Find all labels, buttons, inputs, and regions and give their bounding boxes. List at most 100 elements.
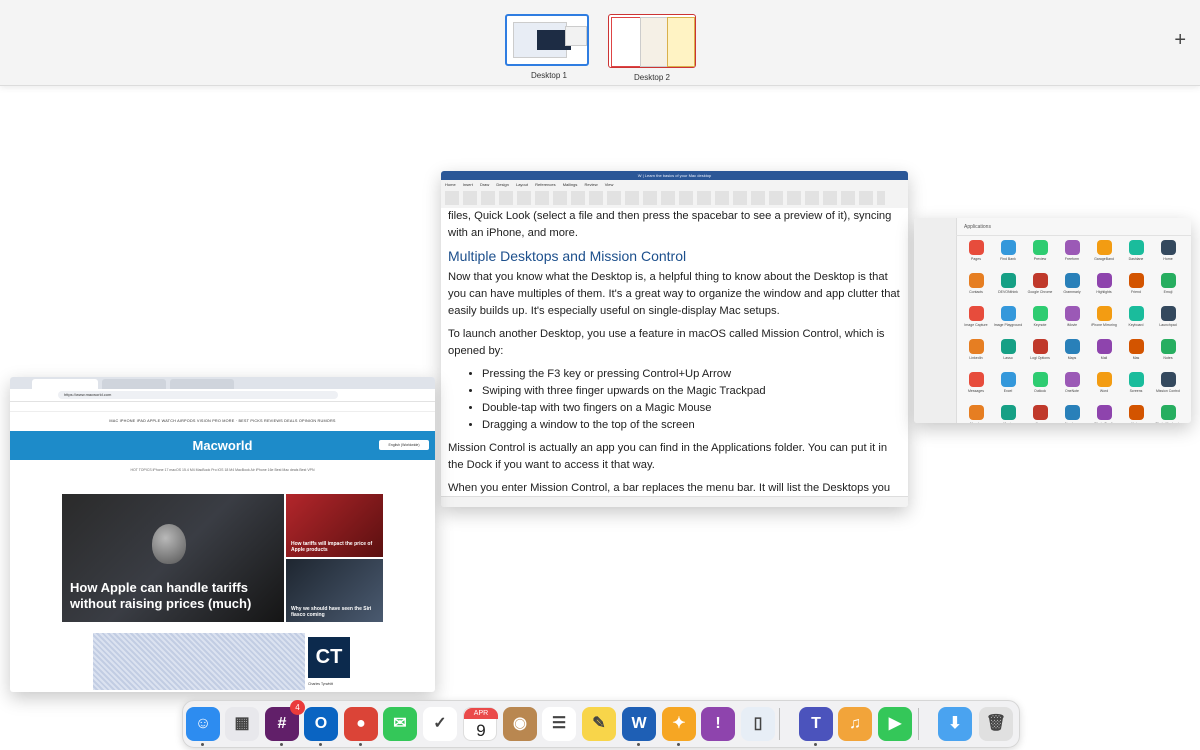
finder-app-item[interactable]: Pages [960,240,992,273]
finder-app-item[interactable]: iPhone Mirroring [1088,306,1120,339]
app-icon[interactable] [1032,240,1048,255]
finder-app-item[interactable]: LinkedIn [960,339,992,372]
finder-app-item[interactable]: Maps [1056,339,1088,372]
dock-calendar-icon[interactable]: APR 9 [463,707,498,741]
app-icon[interactable] [1000,306,1016,321]
app-icon[interactable] [1032,273,1048,288]
finder-app-item[interactable]: iMovie [1056,306,1088,339]
app-icon[interactable] [968,306,984,321]
dock-word-icon[interactable]: W [622,707,656,741]
app-icon[interactable] [1000,405,1016,420]
finder-app-item[interactable]: Monday [960,405,992,423]
finder-app-item[interactable]: Notes [1120,405,1152,423]
finder-app-item[interactable]: Screens [1120,372,1152,405]
dock-monday-icon[interactable]: ✓ [423,707,457,741]
dock-slack-icon[interactable]: #4 [265,700,305,741]
applications-grid[interactable]: Pages Find Bank Preview Freeform GarageBand D… [960,240,1188,423]
dock-chrome-icon[interactable]: ● [344,707,378,741]
document-body[interactable]: files, Quick Look (select a file and the… [441,208,908,496]
article-card[interactable]: Why we should have seen the Siri fiasco … [286,559,383,622]
app-icon[interactable] [1000,240,1016,255]
tab-draw[interactable]: Draw [480,182,489,187]
app-icon[interactable] [1160,306,1176,321]
app-icon[interactable] [1160,372,1176,387]
dock-notes-icon[interactable]: ✎ [582,707,616,741]
app-icon[interactable] [1000,372,1016,387]
finder-app-item[interactable]: DEVONthink [992,273,1024,306]
app-icon[interactable] [968,339,984,354]
app-icon[interactable] [1160,240,1176,255]
app-icon[interactable] [1160,405,1176,420]
finder-app-item[interactable]: Dashlane [1120,240,1152,273]
app-icon[interactable] [1128,306,1144,321]
ribbon-tabs[interactable]: Home Insert Draw Design Layout Reference… [445,182,619,187]
finder-app-item[interactable]: Outlook [1024,372,1056,405]
dock-outlook-icon[interactable]: O [304,707,338,741]
finder-app-item[interactable]: Highlights [1088,273,1120,306]
bookmarks-bar[interactable] [10,402,435,412]
dock-audacity-icon[interactable]: ♫ [838,707,872,741]
finder-app-item[interactable]: Google Chrome [1024,273,1056,306]
finder-app-item[interactable]: Contacts [960,273,992,306]
finder-app-item[interactable]: OneNote [1056,372,1088,405]
finder-app-item[interactable]: Keynote [1024,306,1056,339]
add-space-button[interactable]: + [1174,30,1186,50]
tab-home[interactable]: Home [445,182,456,187]
finder-app-item[interactable]: Freeform [1056,240,1088,273]
tab-view[interactable]: View [605,182,614,187]
finder-app-item[interactable]: Excel [992,372,1024,405]
dock-downloads-icon[interactable]: ⬇ [938,707,972,741]
finder-app-item[interactable]: Messages [960,372,992,405]
finder-app-item[interactable]: Preview [1024,240,1056,273]
app-icon[interactable] [1064,339,1080,354]
space-desktop-2[interactable]: Desktop 2 [608,14,696,86]
tab-design[interactable]: Design [496,182,508,187]
dock-messages-icon[interactable]: ✉ [383,707,417,741]
finder-toolbar[interactable]: Applications [956,218,1191,236]
word-ribbon[interactable]: Home Insert Draw Design Layout Reference… [441,180,908,209]
browser-tab[interactable] [102,379,166,389]
tab-references[interactable]: References [535,182,555,187]
hot-topics-bar[interactable]: HOT TOPICS iPhone 17 macOS 15.4 M4 MacBo… [10,460,435,480]
finder-app-item[interactable]: GarageBand [1088,240,1120,273]
browser-window[interactable]: https://www.macworld.com MAC IPHONE IPAD… [10,377,435,692]
app-icon[interactable] [968,372,984,387]
app-icon[interactable] [1128,273,1144,288]
app-icon[interactable] [1096,240,1112,255]
finder-app-item[interactable]: Music [992,405,1024,423]
browser-tab-active[interactable] [32,379,98,389]
finder-app-item[interactable]: Home [1152,240,1184,273]
site-nav-links[interactable]: MAC IPHONE IPAD APPLE WATCH AIRPODS VISI… [10,412,435,431]
finder-app-item[interactable]: Keyboard [1120,306,1152,339]
app-icon[interactable] [1000,273,1016,288]
app-icon[interactable] [968,273,984,288]
finder-app-item[interactable]: Photo Mechanic [1152,405,1184,423]
browser-tab-strip[interactable] [10,377,435,389]
finder-app-item[interactable]: Mission Control [1152,372,1184,405]
address-bar[interactable]: https://www.macworld.com [58,391,338,399]
app-icon[interactable] [1096,405,1112,420]
region-button[interactable]: English (Worldwide) [379,440,429,450]
app-icon[interactable] [1128,339,1144,354]
finder-app-item[interactable]: Word [1088,372,1120,405]
finder-app-item[interactable]: Find Bank [992,240,1024,273]
finder-app-item[interactable]: Image Playground [992,306,1024,339]
dock-finder-icon[interactable]: ☺ [186,707,220,741]
word-document-window[interactable]: W | Learn the basics of your Mac desktop… [441,171,908,507]
app-icon[interactable] [1064,240,1080,255]
dock-launchpad-icon[interactable]: ▦ [225,707,259,741]
app-icon[interactable] [1064,306,1080,321]
app-icon[interactable] [1160,339,1176,354]
finder-app-item[interactable]: Lasso [992,339,1024,372]
dock-trash-icon[interactable]: 🗑 [979,707,1013,741]
app-icon[interactable] [1064,372,1080,387]
card-title[interactable]: Why we should have seen the Siri fiasco … [291,606,379,618]
finder-app-item[interactable]: Mail [1088,339,1120,372]
finder-window[interactable]: Applications Pages Find Bank Preview Freefo… [914,218,1191,423]
app-icon[interactable] [1032,339,1048,354]
app-icon[interactable] [1096,273,1112,288]
app-icon[interactable] [1032,405,1048,420]
tab-mailings[interactable]: Mailings [563,182,578,187]
tab-layout[interactable]: Layout [516,182,528,187]
app-icon[interactable] [1000,339,1016,354]
